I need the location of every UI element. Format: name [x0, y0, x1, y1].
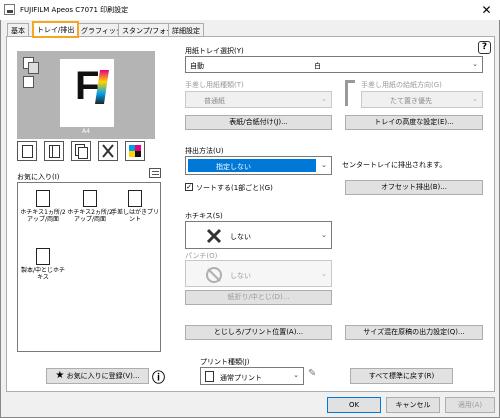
tab-tray-output[interactable]: トレイ/排出 [32, 21, 80, 38]
print-type-label: プリント種類(J) [200, 358, 250, 366]
reset-defaults-button[interactable]: すべて標準に戻す(R) [350, 368, 453, 384]
tab-basic[interactable]: 基本 [7, 23, 29, 37]
output-method-select[interactable]: 指定しない ⌄ [185, 156, 332, 175]
favorite-item[interactable]: ホチキス2ヵ所/2アップ/両面 [65, 190, 115, 223]
preview-options-row [17, 141, 155, 162]
staple-select[interactable]: しない ⌄ [185, 221, 332, 249]
favorites-edit-icon[interactable] [149, 168, 161, 178]
offset-output-button[interactable]: オフセット排出(B)... [345, 180, 483, 195]
feed-direction-label: 手差し用紙の給紙方向(G) [361, 81, 442, 89]
pencil-icon[interactable]: ✎ [308, 368, 316, 379]
multi-copy-icon[interactable] [71, 141, 91, 161]
favorites-list[interactable]: ホチキス1ヵ所/2アップ/両面 ホチキス2ヵ所/2アップ/両面 手差しはがきプリ… [17, 182, 161, 352]
help-icon[interactable]: ? [478, 41, 491, 54]
document-stack-icon [28, 62, 39, 74]
chevron-down-icon: ⌄ [321, 161, 327, 169]
binding-icon[interactable] [44, 141, 64, 161]
chevron-down-icon: ⌄ [321, 231, 327, 239]
sort-checkbox[interactable]: ✓ [185, 183, 193, 191]
paper-tray-select[interactable]: 自動 白 ⌄ [185, 56, 483, 73]
punch-select[interactable]: しない ⌄ [185, 260, 332, 287]
mixed-size-output-button[interactable]: サイズ混在原稿の出力設定(Q)... [345, 325, 483, 340]
tab-strip: 基本 トレイ/排出 グラフィックス スタンプ/フォーム 詳細設定 [0, 20, 500, 38]
print-type-select[interactable]: 通常プリント ⌄ [200, 367, 304, 385]
sort-label: ソートする(1部ごと)(G) [196, 184, 273, 192]
favorite-item[interactable]: 製本/中とじホチキス [18, 248, 68, 281]
manual-paper-type-label: 手差し用紙種類(T) [185, 81, 244, 89]
paper-tray-label: 用紙トレイ選択(Y) [185, 47, 244, 55]
window-title: FUJIFILM Apeos C7071 印刷設定 [20, 6, 129, 14]
ok-button[interactable]: OK [327, 397, 381, 413]
favorite-item[interactable]: ホチキス1ヵ所/2アップ/両面 [18, 190, 68, 223]
chevron-down-icon: ⌄ [321, 95, 327, 103]
postcard-icon [128, 190, 142, 207]
booklet-icon [36, 248, 50, 265]
info-icon[interactable]: ⓘ [152, 367, 165, 386]
tab-advanced[interactable]: 詳細設定 [168, 23, 204, 37]
close-button[interactable]: ✕ [473, 0, 500, 20]
printer-app-icon [4, 4, 15, 15]
document-icon [205, 371, 214, 382]
single-sheet-icon[interactable] [17, 141, 37, 161]
feed-direction-icon [345, 80, 355, 106]
staple-label: ホチキス(S) [185, 212, 223, 220]
chevron-down-icon: ⌄ [472, 95, 478, 103]
tray-advanced-button[interactable]: トレイの高度な設定(E)... [345, 115, 483, 130]
selected-highlight [188, 159, 316, 172]
staple-document-icon [83, 190, 97, 207]
output-method-label: 排出方法(U) [185, 147, 224, 155]
paper-size-label: A4 [82, 128, 90, 135]
feed-direction-select[interactable]: たて置き優先 ⌄ [361, 91, 483, 108]
copies-icon [23, 76, 34, 88]
register-favorite-button[interactable]: ★ お気に入りに登録(V)... [46, 368, 149, 384]
star-icon: ★ [55, 370, 65, 381]
favorite-item[interactable]: 手差しはがきプリント [110, 190, 160, 223]
center-tray-note: センタートレイに排出されます。 [342, 161, 447, 169]
binding-position-button[interactable]: とじしろ/プリント位置(A)... [185, 325, 332, 340]
staple-icon [206, 228, 222, 244]
apply-button[interactable]: 適用(A) [445, 397, 495, 413]
punch-disabled-icon [206, 267, 222, 283]
cover-insert-button[interactable]: 表紙/合紙付け(J)... [185, 115, 332, 130]
chevron-down-icon: ⌄ [321, 270, 327, 278]
staple-document-icon [36, 190, 50, 207]
chevron-down-icon: ⌄ [472, 60, 478, 68]
favorites-label: お気に入り(I) [17, 173, 60, 181]
staple-tool-icon[interactable] [98, 141, 118, 161]
cancel-button[interactable]: キャンセル [386, 397, 440, 413]
manual-paper-type-select[interactable]: 普通紙 ⌄ [185, 91, 332, 108]
preview-letter: F [75, 64, 100, 108]
fold-saddle-button[interactable]: 紙折り/中とじ(D)... [185, 290, 332, 305]
chevron-down-icon: ⌄ [293, 371, 299, 379]
color-mode-icon[interactable] [125, 141, 145, 161]
